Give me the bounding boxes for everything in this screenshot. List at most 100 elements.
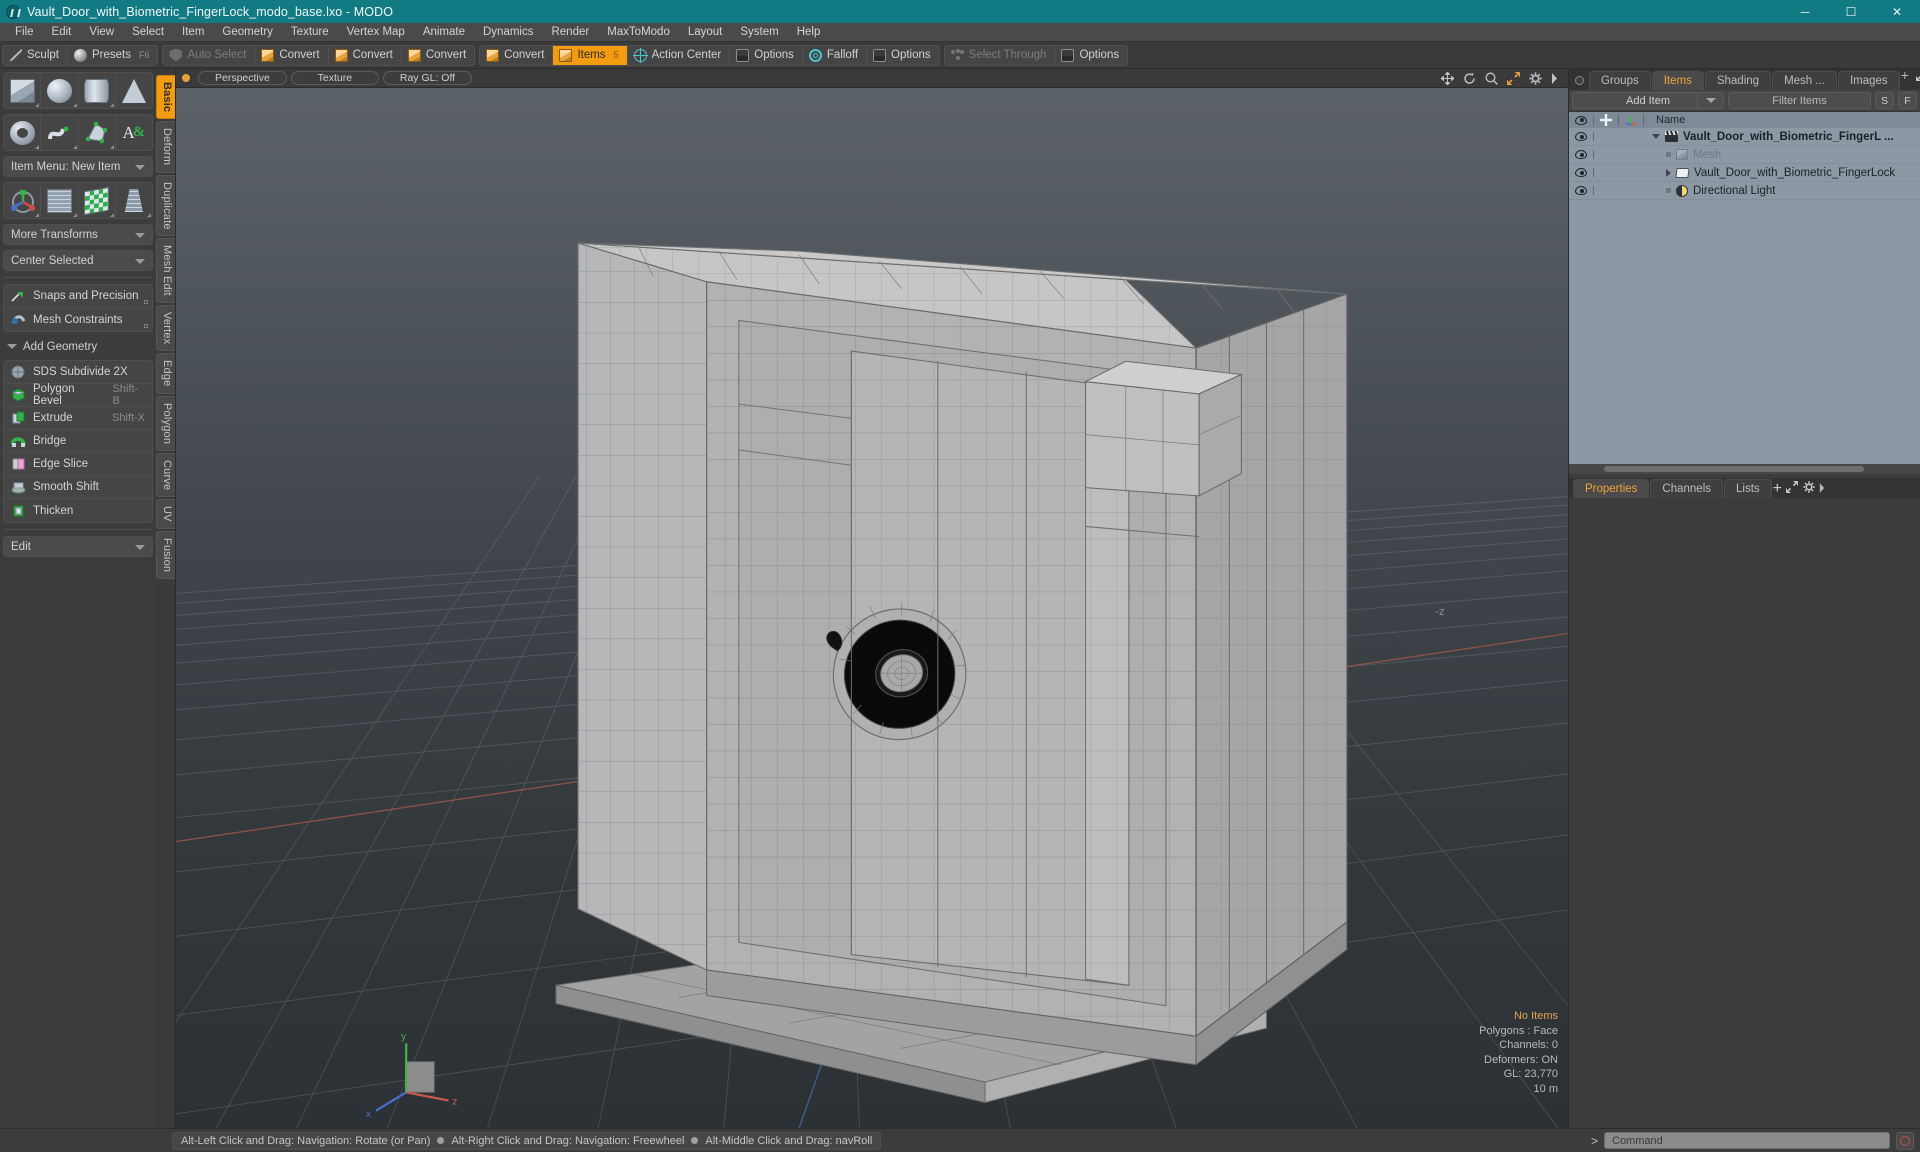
vtab-deform[interactable]: Deform [156, 121, 175, 173]
menu-maxtomodo[interactable]: MaxToModo [598, 23, 679, 42]
text-tool-button[interactable]: A & [116, 115, 152, 150]
sculpt-button[interactable]: Sculpt [3, 45, 68, 65]
convert-item-button[interactable]: Convert [480, 45, 554, 65]
table-row[interactable]: Directional Light [1569, 182, 1920, 200]
vtab-edge[interactable]: Edge [156, 353, 175, 394]
menu-animate[interactable]: Animate [414, 23, 474, 42]
options-dot[interactable] [144, 300, 148, 304]
row-visibility-toggle[interactable] [1569, 132, 1594, 141]
scrollbar-thumb[interactable] [1604, 466, 1864, 472]
vtab-duplicate[interactable]: Duplicate [156, 174, 175, 237]
vtab-uv[interactable]: UV [156, 499, 175, 530]
vtab-basic[interactable]: Basic [156, 75, 175, 120]
edit-dropdown[interactable]: Edit [3, 536, 153, 557]
menu-geometry[interactable]: Geometry [213, 23, 282, 42]
curve-tool-button[interactable] [41, 115, 79, 150]
options-dot[interactable] [144, 324, 148, 328]
convert-vertex-button[interactable]: Convert [255, 45, 329, 65]
items-mode-button[interactable]: Items 5 [553, 45, 628, 65]
add-geometry-header[interactable]: Add Geometry [3, 337, 153, 356]
rotate-icon[interactable] [1463, 72, 1476, 85]
taper-tool-button[interactable] [116, 183, 152, 218]
expand-icon[interactable] [1507, 71, 1520, 85]
add-properties-tab-button[interactable]: + [1773, 480, 1782, 497]
expand-icon[interactable] [1915, 68, 1920, 86]
menu-select[interactable]: Select [123, 23, 173, 42]
panel-menu-knob[interactable] [1575, 76, 1584, 85]
polygon-bevel-button[interactable]: Polygon Bevel Shift-B [4, 383, 152, 407]
viewport-menu-dot[interactable] [182, 74, 190, 82]
mesh-constraints-button[interactable]: Mesh Constraints [4, 308, 152, 331]
menu-view[interactable]: View [80, 23, 123, 42]
falloff-options-button[interactable]: Options [867, 46, 939, 65]
cone-primitive-button[interactable] [116, 73, 152, 108]
more-transforms-dropdown[interactable]: More Transforms [3, 224, 153, 245]
extrude-button[interactable]: Extrude Shift-X [4, 407, 152, 430]
vtab-vertex[interactable]: Vertex [156, 305, 175, 352]
close-button[interactable]: ✕ [1874, 0, 1920, 23]
vtab-curve[interactable]: Curve [156, 453, 175, 498]
tab-lists[interactable]: Lists [1724, 479, 1772, 498]
menu-item[interactable]: Item [173, 23, 213, 42]
snaps-and-precision-button[interactable]: Snaps and Precision [4, 285, 152, 308]
record-macro-button[interactable] [1896, 1131, 1914, 1150]
item-menu-dropdown[interactable]: Item Menu: New Item [3, 156, 153, 177]
chevron-right-icon[interactable] [1819, 480, 1825, 497]
add-item-dropdown-arrow[interactable] [1697, 93, 1723, 108]
maximize-button[interactable]: ☐ [1828, 0, 1874, 23]
table-row[interactable]: Vault_Door_with_Biometric_FingerL ... [1569, 128, 1920, 146]
items-tree-scrollbar[interactable] [1569, 464, 1920, 474]
add-tab-button[interactable]: + [1901, 67, 1909, 86]
items-tree[interactable]: Vault_Door_with_Biometric_FingerL ... Me… [1569, 128, 1920, 474]
center-selected-dropdown[interactable]: Center Selected [3, 250, 153, 271]
filter-items-input[interactable]: Filter Items [1728, 92, 1871, 109]
gear-icon[interactable] [1803, 480, 1815, 497]
vtab-polygon[interactable]: Polygon [156, 395, 175, 452]
viewport-raygl-button[interactable]: Ray GL: Off [382, 71, 473, 85]
expand-icon[interactable] [1786, 480, 1799, 497]
table-row[interactable]: Vault_Door_with_Biometric_FingerLock [1569, 164, 1920, 182]
presets-button[interactable]: Presets F6 [68, 46, 158, 65]
row-visibility-toggle[interactable] [1569, 186, 1594, 195]
tab-groups[interactable]: Groups [1589, 71, 1651, 90]
table-row[interactable]: Mesh [1569, 146, 1920, 164]
filter-s-button[interactable]: S [1875, 92, 1894, 109]
gear-icon[interactable] [1529, 71, 1542, 85]
command-input[interactable]: Command [1604, 1132, 1890, 1149]
menu-file[interactable]: File [6, 23, 43, 42]
menu-edit[interactable]: Edit [43, 23, 81, 42]
3d-viewport[interactable]: -z x y z No Items Polygons: Face Channe… [176, 88, 1568, 1128]
sds-subdivide-button[interactable]: SDS Subdivide 2X [4, 361, 152, 384]
add-item-button[interactable]: Add Item [1572, 92, 1724, 109]
row-visibility-toggle[interactable] [1569, 168, 1594, 177]
cylinder-primitive-button[interactable] [79, 73, 116, 108]
falloff-button[interactable]: Falloff [803, 45, 868, 65]
bridge-button[interactable]: Bridge [4, 430, 152, 453]
viewport-projection-button[interactable]: Perspective [198, 71, 287, 85]
convert-edge-button[interactable]: Convert [329, 45, 402, 65]
tab-shading[interactable]: Shading [1704, 71, 1772, 90]
torus-primitive-button[interactable] [4, 115, 42, 150]
tab-channels[interactable]: Channels [1650, 479, 1724, 498]
tab-mesh[interactable]: Mesh ... [1772, 71, 1837, 90]
row-visibility-toggle[interactable] [1569, 150, 1594, 159]
bend-tool-button[interactable] [41, 183, 79, 218]
tab-properties[interactable]: Properties [1573, 479, 1650, 498]
zoom-icon[interactable] [1485, 72, 1498, 85]
action-center-options-button[interactable]: Options [730, 45, 803, 65]
convert-polygon-button[interactable]: Convert [402, 46, 474, 65]
menu-vertex-map[interactable]: Vertex Map [338, 23, 414, 42]
action-center-button[interactable]: Action Center [628, 45, 731, 65]
menu-texture[interactable]: Texture [282, 23, 338, 42]
viewport-shading-button[interactable]: Texture [290, 71, 379, 85]
filter-f-button[interactable]: F [1898, 92, 1917, 109]
auto-select-button[interactable]: Auto Select [163, 45, 256, 65]
thicken-button[interactable]: Thicken [4, 499, 152, 522]
select-through-button[interactable]: Select Through [945, 45, 1056, 65]
vtab-fusion[interactable]: Fusion [156, 531, 175, 580]
polygon-tool-button[interactable] [79, 115, 116, 150]
sphere-primitive-button[interactable] [41, 73, 79, 108]
chevron-right-icon[interactable] [1666, 168, 1671, 177]
smooth-shift-button[interactable]: Smooth Shift [4, 476, 152, 499]
tab-items[interactable]: Items [1651, 71, 1704, 90]
